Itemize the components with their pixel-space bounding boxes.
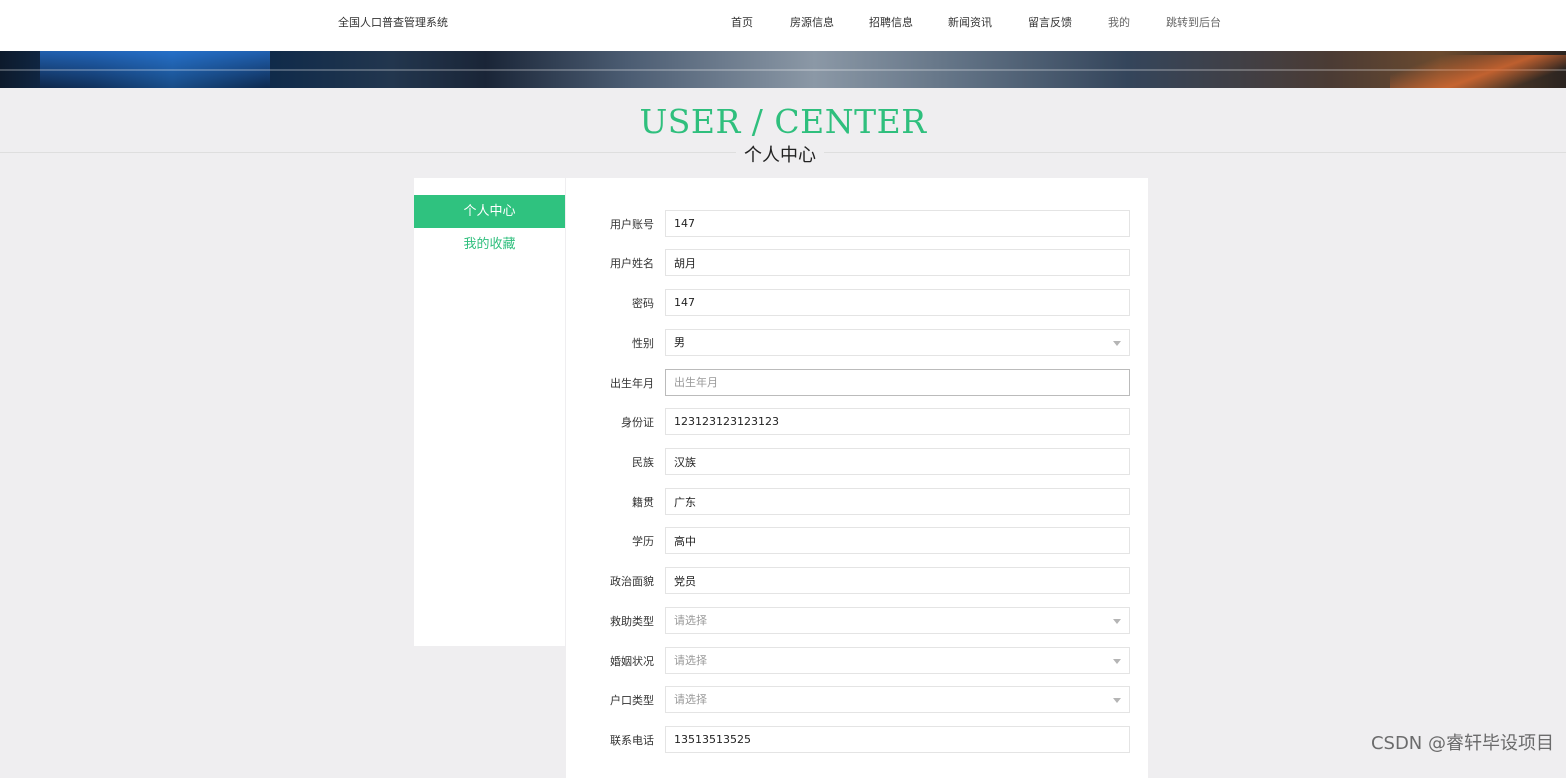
label-name: 用户姓名 [610, 257, 654, 270]
household-type-select[interactable]: 请选择 [665, 686, 1130, 713]
form-row-household: 户口类型 请选择 [566, 685, 1148, 715]
banner-image [0, 51, 1566, 88]
nav-news[interactable]: 新闻资讯 [948, 14, 992, 30]
nav-home[interactable]: 首页 [731, 14, 753, 30]
ethnicity-input[interactable] [665, 448, 1130, 475]
aid-type-placeholder: 请选择 [674, 614, 707, 627]
form-row-idcard: 身份证 [566, 407, 1148, 437]
form-row-native-place: 籍贯 [566, 487, 1148, 517]
main-nav: 首页 房源信息 招聘信息 新闻资讯 留言反馈 我的 跳转到后台 [0, 14, 1566, 30]
form-row-account: 用户账号 [566, 209, 1148, 239]
id-card-input[interactable] [665, 408, 1130, 435]
form-row-name: 用户姓名 [566, 248, 1148, 278]
form-row-birth: 出生年月 [566, 368, 1148, 398]
political-status-input[interactable] [665, 567, 1130, 594]
password-input[interactable] [665, 289, 1130, 316]
label-marital: 婚姻状况 [610, 655, 654, 668]
user-center-sidebar: 个人中心 我的收藏 [414, 178, 565, 646]
phone-input[interactable] [665, 726, 1130, 753]
chevron-down-icon [1113, 619, 1121, 624]
household-type-placeholder: 请选择 [674, 693, 707, 706]
label-aid-type: 救助类型 [610, 615, 654, 628]
nav-go-admin[interactable]: 跳转到后台 [1166, 14, 1221, 30]
label-gender: 性别 [632, 337, 654, 350]
form-row-aid-type: 救助类型 请选择 [566, 606, 1148, 636]
form-row-ethnicity: 民族 [566, 447, 1148, 477]
form-row-password: 密码 [566, 288, 1148, 318]
nav-job-info[interactable]: 招聘信息 [869, 14, 913, 30]
name-input[interactable] [665, 249, 1130, 276]
nav-feedback[interactable]: 留言反馈 [1028, 14, 1072, 30]
form-row-gender: 性别 男 [566, 328, 1148, 358]
sidebar-item-personal-center[interactable]: 个人中心 [414, 195, 565, 228]
profile-form: 用户账号 用户姓名 密码 性别 男 出生年月 身份证 民族 籍贯 学历 政治面貌 [566, 178, 1148, 778]
aid-type-select[interactable]: 请选择 [665, 607, 1130, 634]
label-account: 用户账号 [610, 218, 654, 231]
form-row-education: 学历 [566, 526, 1148, 556]
chevron-down-icon [1113, 341, 1121, 346]
marital-status-placeholder: 请选择 [674, 654, 707, 667]
native-place-input[interactable] [665, 488, 1130, 515]
form-row-phone: 联系电话 [566, 725, 1148, 755]
label-political: 政治面貌 [610, 575, 654, 588]
gender-value: 男 [674, 336, 685, 349]
label-password: 密码 [632, 297, 654, 310]
page-title-cn: 个人中心 [736, 141, 824, 167]
gender-select[interactable]: 男 [665, 329, 1130, 356]
nav-housing-info[interactable]: 房源信息 [790, 14, 834, 30]
education-input[interactable] [665, 527, 1130, 554]
marital-status-select[interactable]: 请选择 [665, 647, 1130, 674]
chevron-down-icon [1113, 659, 1121, 664]
label-native-place: 籍贯 [632, 496, 654, 509]
account-input[interactable] [665, 210, 1130, 237]
label-education: 学历 [632, 535, 654, 548]
top-navbar: 全国人口普查管理系统 首页 房源信息 招聘信息 新闻资讯 留言反馈 我的 跳转到… [0, 0, 1566, 51]
label-idcard: 身份证 [621, 416, 654, 429]
page-title-en: USER / CENTER [639, 102, 927, 141]
nav-mine[interactable]: 我的 [1108, 14, 1130, 30]
chevron-down-icon [1113, 698, 1121, 703]
form-row-marital: 婚姻状况 请选择 [566, 646, 1148, 676]
label-phone: 联系电话 [610, 734, 654, 747]
label-ethnicity: 民族 [632, 456, 654, 469]
birth-date-input[interactable] [665, 369, 1130, 396]
watermark-text: CSDN @睿轩毕设项目 [1370, 733, 1554, 754]
sidebar-item-my-favorites[interactable]: 我的收藏 [414, 228, 565, 261]
label-birth: 出生年月 [610, 377, 654, 390]
label-household: 户口类型 [610, 694, 654, 707]
form-row-political: 政治面貌 [566, 566, 1148, 596]
